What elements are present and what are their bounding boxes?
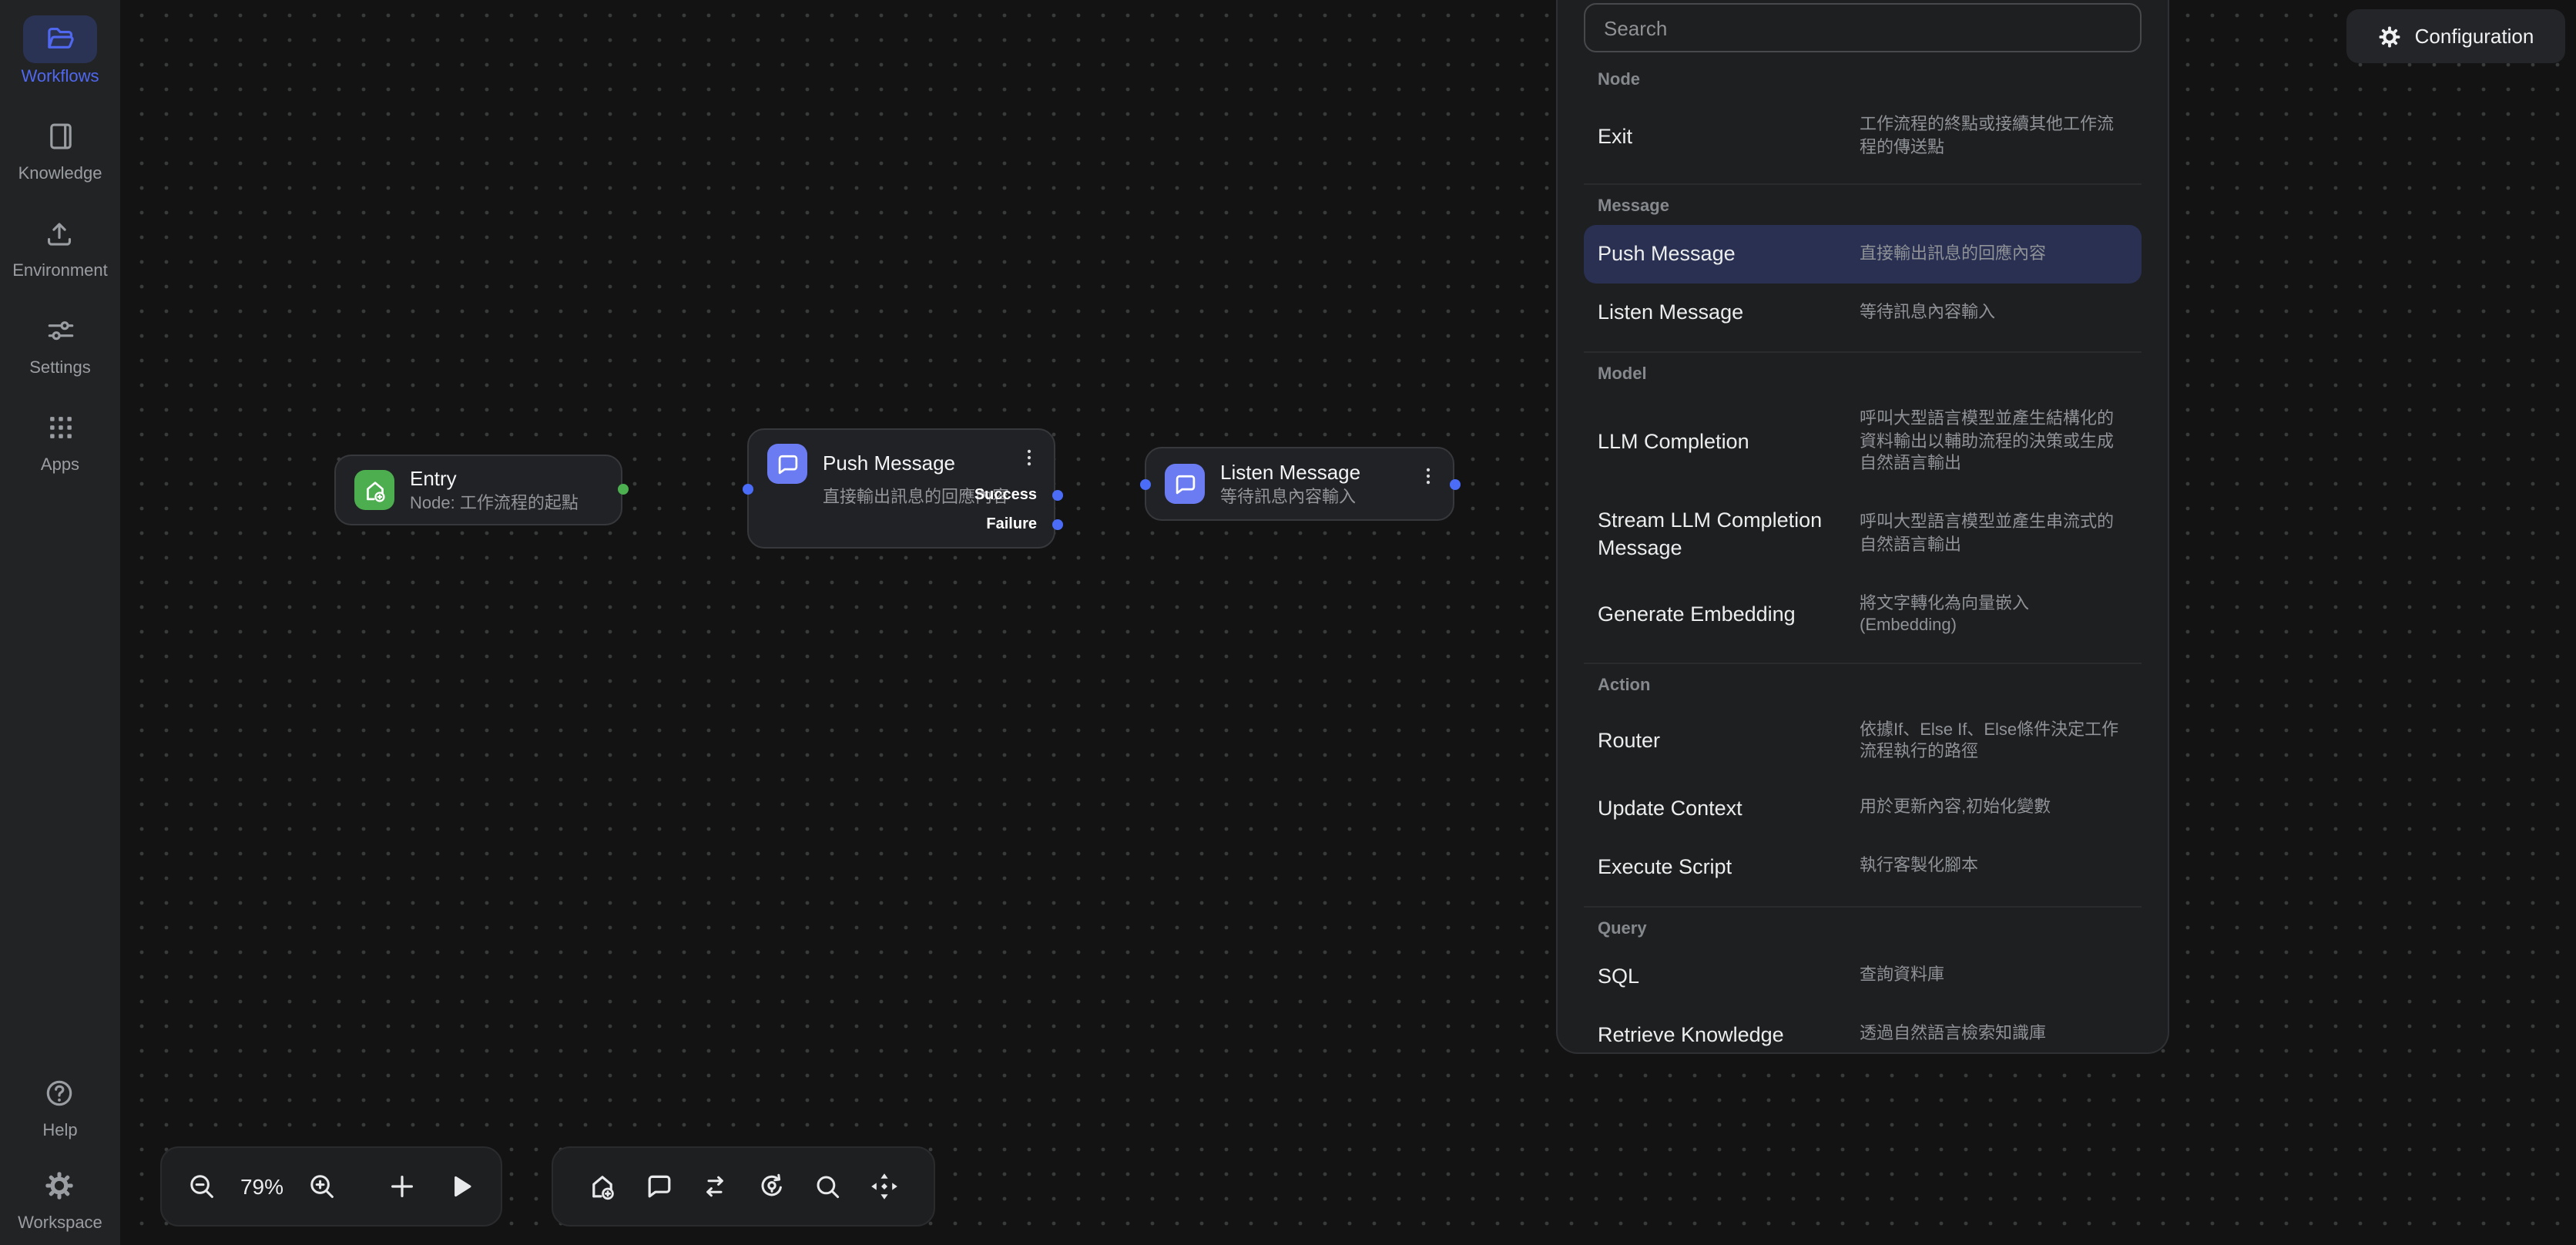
section-divider bbox=[1584, 351, 2142, 353]
sidebar-item-settings[interactable]: Settings bbox=[23, 307, 97, 378]
port-entry-output[interactable] bbox=[617, 483, 628, 494]
node-title: Entry bbox=[410, 465, 579, 491]
refresh-bulb-icon bbox=[756, 1171, 787, 1202]
home-plus-icon bbox=[587, 1171, 618, 1202]
node-palette-panel: Node Exit 工作流程的終點或接續其他工作流程的傳送點 Message P… bbox=[1556, 0, 2169, 1054]
workflow-editor: Workflows Knowledge Environment Settings… bbox=[0, 0, 2576, 1245]
sidebar-item-label: Workspace bbox=[18, 1214, 102, 1233]
configuration-button[interactable]: Configuration bbox=[2346, 9, 2565, 63]
zoom-in-button[interactable] bbox=[307, 1169, 337, 1203]
search-input[interactable] bbox=[1584, 3, 2142, 52]
chat-bubble-icon bbox=[767, 444, 807, 484]
chat-bubble-icon bbox=[1165, 464, 1205, 504]
zoom-level: 79% bbox=[236, 1174, 288, 1199]
auto-suggest-button[interactable] bbox=[755, 1169, 789, 1203]
sidebar-item-environment[interactable]: Environment bbox=[12, 210, 108, 280]
swap-connection-button[interactable] bbox=[698, 1169, 732, 1203]
add-entry-button[interactable] bbox=[585, 1169, 619, 1203]
section-header-action: Action bbox=[1584, 676, 2142, 694]
edge-layer bbox=[120, 0, 2576, 1245]
sidebar-item-help[interactable]: Help bbox=[18, 1069, 102, 1140]
node-push-message[interactable]: Push Message 直接輸出訊息的回應內容 Success Failure bbox=[747, 428, 1055, 549]
palette-item-exit[interactable]: Exit 工作流程的終點或接續其他工作流程的傳送點 bbox=[1584, 99, 2142, 174]
sidebar-item-knowledge[interactable]: Knowledge bbox=[18, 112, 102, 183]
run-workflow-button[interactable] bbox=[445, 1169, 476, 1203]
sidebar-item-label: Settings bbox=[29, 359, 91, 378]
node-title: Push Message bbox=[823, 450, 955, 476]
section-header-message: Message bbox=[1584, 197, 2142, 216]
book-icon bbox=[23, 112, 97, 160]
sidebar-item-label: Workflows bbox=[21, 68, 99, 86]
sidebar-item-label: Apps bbox=[41, 456, 79, 475]
swap-arrows-icon bbox=[699, 1171, 730, 1202]
move-tool-button[interactable] bbox=[867, 1169, 901, 1203]
port-push-success[interactable] bbox=[1052, 490, 1063, 501]
play-icon bbox=[445, 1171, 476, 1202]
sidebar-item-label: Environment bbox=[12, 262, 108, 280]
section-header-query: Query bbox=[1584, 919, 2142, 938]
node-entry[interactable]: Entry Node: 工作流程的起點 bbox=[334, 455, 622, 525]
port-label-success: Success bbox=[974, 487, 1037, 504]
sliders-icon bbox=[23, 307, 97, 354]
workflow-canvas[interactable] bbox=[120, 0, 2576, 1245]
node-listen-message[interactable]: Listen Message 等待訊息內容輸入 bbox=[1145, 447, 1454, 521]
zoom-out-button[interactable] bbox=[186, 1169, 217, 1203]
palette-item-execute-script[interactable]: Execute Script 執行客製化腳本 bbox=[1584, 837, 2142, 896]
add-node-button[interactable] bbox=[387, 1169, 418, 1203]
palette-item-listen-message[interactable]: Listen Message 等待訊息內容輸入 bbox=[1584, 284, 2142, 342]
search-canvas-button[interactable] bbox=[811, 1169, 845, 1203]
search-icon bbox=[813, 1171, 844, 1202]
port-label-failure: Failure bbox=[986, 516, 1037, 533]
zoom-in-icon bbox=[307, 1171, 337, 1202]
port-listen-input[interactable] bbox=[1139, 479, 1150, 490]
sidebar: Workflows Knowledge Environment Settings… bbox=[0, 0, 120, 1245]
palette-item-generate-embedding[interactable]: Generate Embedding 將文字轉化為向量嵌入 (Embedding… bbox=[1584, 577, 2142, 653]
configuration-label: Configuration bbox=[2415, 25, 2534, 48]
comment-icon bbox=[643, 1171, 674, 1202]
gear-icon bbox=[2378, 24, 2403, 49]
sidebar-item-label: Help bbox=[42, 1122, 77, 1140]
palette-item-push-message[interactable]: Push Message 直接輸出訊息的回應內容 bbox=[1584, 225, 2142, 284]
plus-icon bbox=[387, 1171, 418, 1202]
port-push-failure[interactable] bbox=[1052, 518, 1063, 529]
kebab-menu-icon[interactable] bbox=[1018, 445, 1040, 470]
palette-item-retrieve-knowledge[interactable]: Retrieve Knowledge 透過自然語言檢索知識庫 bbox=[1584, 1005, 2142, 1054]
section-header-model: Model bbox=[1584, 365, 2142, 384]
zoom-out-icon bbox=[186, 1171, 217, 1202]
kebab-menu-icon[interactable] bbox=[1417, 464, 1439, 488]
help-circle-icon bbox=[23, 1069, 97, 1117]
upload-icon bbox=[23, 210, 97, 257]
port-push-input[interactable] bbox=[742, 483, 753, 494]
tools-toolbar bbox=[552, 1146, 935, 1227]
port-listen-output[interactable] bbox=[1449, 479, 1460, 490]
zoom-toolbar: 79% bbox=[160, 1146, 502, 1227]
palette-item-router[interactable]: Router 依據If、Else If、Else條件決定工作流程執行的路徑 bbox=[1584, 703, 2142, 779]
palette-item-update-context[interactable]: Update Context 用於更新內容,初始化變數 bbox=[1584, 779, 2142, 837]
palette-item-sql[interactable]: SQL 查詢資料庫 bbox=[1584, 947, 2142, 1005]
comment-button[interactable] bbox=[642, 1169, 676, 1203]
section-divider bbox=[1584, 905, 2142, 907]
section-divider bbox=[1584, 183, 2142, 185]
section-header-node: Node bbox=[1584, 71, 2142, 89]
apps-grid-icon bbox=[23, 404, 97, 451]
move-icon bbox=[869, 1171, 900, 1202]
folder-icon bbox=[23, 15, 97, 63]
node-subtitle: 等待訊息內容輸入 bbox=[1220, 486, 1360, 509]
sidebar-footer: Help Workspace bbox=[18, 1069, 102, 1233]
sidebar-item-workflows[interactable]: Workflows bbox=[21, 15, 99, 86]
sidebar-item-label: Knowledge bbox=[18, 165, 102, 183]
palette-item-stream-llm-completion-message[interactable]: Stream LLM Completion Message 呼叫大型語言模型並產… bbox=[1584, 491, 2142, 577]
home-plus-icon bbox=[354, 470, 394, 510]
sidebar-item-workspace[interactable]: Workspace bbox=[18, 1162, 102, 1233]
sidebar-item-apps[interactable]: Apps bbox=[23, 404, 97, 475]
gear-icon bbox=[23, 1162, 97, 1210]
palette-item-llm-completion[interactable]: LLM Completion 呼叫大型語言模型並產生結構化的資料輸出以輔助流程的… bbox=[1584, 393, 2142, 491]
section-divider bbox=[1584, 662, 2142, 663]
node-title: Listen Message bbox=[1220, 458, 1360, 485]
node-subtitle: Node: 工作流程的起點 bbox=[410, 492, 579, 515]
